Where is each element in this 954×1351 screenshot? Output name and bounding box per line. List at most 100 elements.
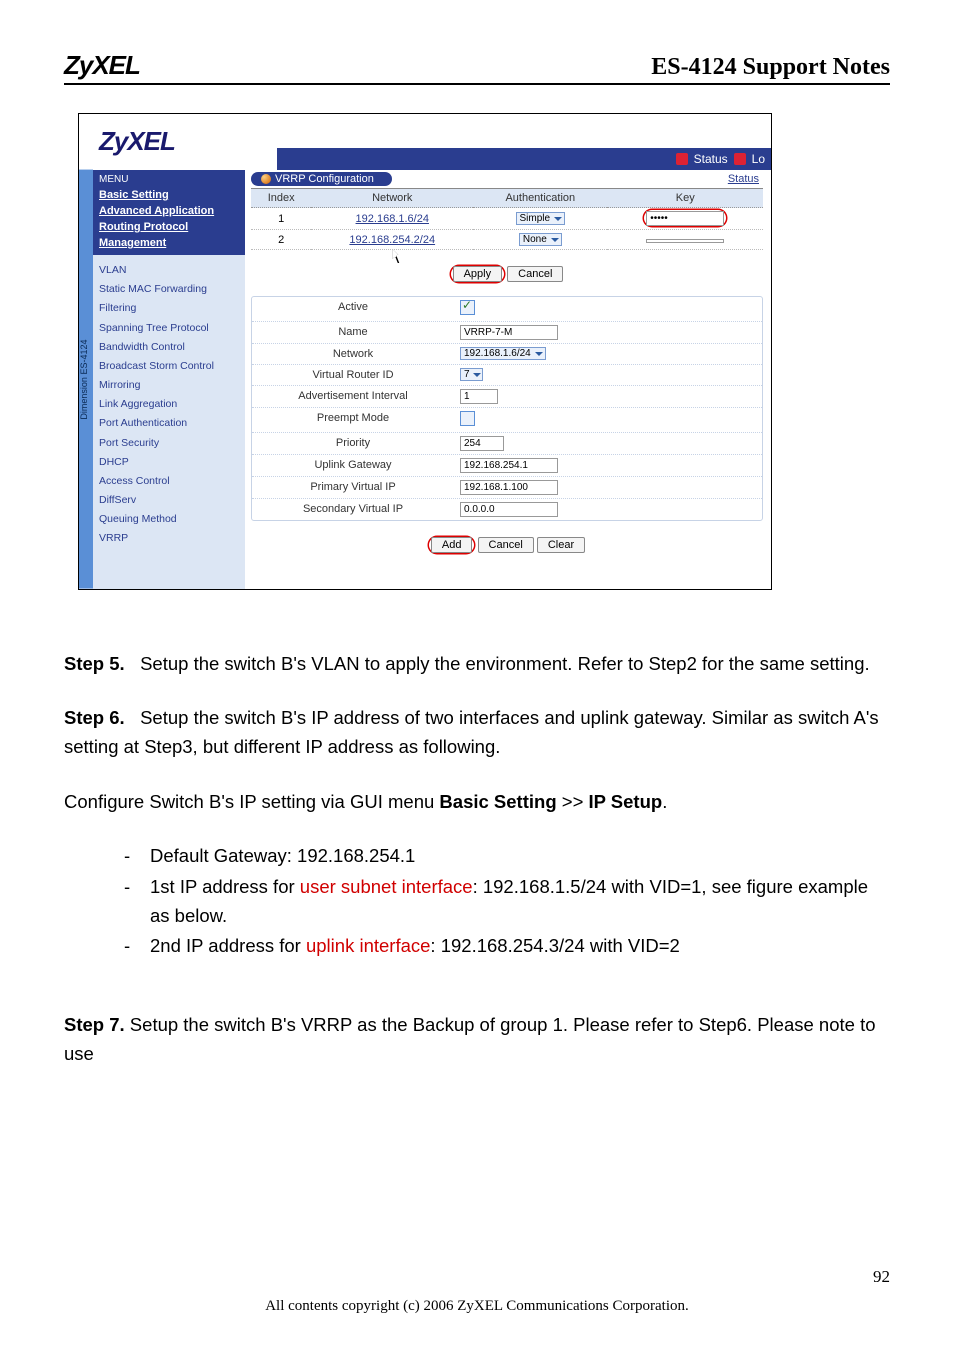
page-number: 92 — [873, 1267, 890, 1287]
b2-pre: 1st IP address for — [150, 876, 300, 897]
step5-text: Setup the switch B's VLAN to apply the e… — [140, 653, 870, 674]
step6-config-line: Configure Switch B's IP setting via GUI … — [64, 788, 890, 817]
table-row: 2 192.168.254.2/24 None — [251, 230, 763, 250]
submenu-mirroring[interactable]: Mirroring — [99, 376, 239, 395]
status-icon — [676, 153, 688, 165]
vrrp-edit-form: Active Name Network 192.168.1.6/24 Virtu… — [251, 296, 763, 521]
col-authentication: Authentication — [473, 189, 607, 208]
uplink-gateway-input[interactable] — [460, 458, 558, 473]
submenu-queuing-method[interactable]: Queuing Method — [99, 510, 239, 529]
col-index: Index — [251, 189, 311, 208]
cancel-button[interactable]: Cancel — [507, 266, 563, 282]
priority-input[interactable] — [460, 436, 504, 451]
submenu-link-aggregation[interactable]: Link Aggregation — [99, 395, 239, 414]
sidebar: MENU Basic Setting Advanced Application … — [93, 170, 245, 589]
submenu-spanning-tree-protocol[interactable]: Spanning Tree Protocol — [99, 319, 239, 338]
submenu-vlan[interactable]: VLAN — [99, 261, 239, 280]
b3-post: : 192.168.254.3/24 with VID=2 — [430, 935, 679, 956]
submenu-vrrp[interactable]: VRRP — [99, 529, 239, 548]
key-input[interactable] — [646, 239, 724, 243]
cfg-bold2: IP Setup — [589, 791, 663, 812]
cfg-bold1: Basic Setting — [439, 791, 556, 812]
main-menu-advanced-application[interactable]: Advanced Application — [99, 203, 239, 219]
label-secondary-vip: Secondary Virtual IP — [252, 499, 454, 520]
vrrp-status-link[interactable]: Status — [728, 173, 763, 185]
b3-red: uplink interface — [306, 935, 430, 956]
primary-vip-input[interactable] — [460, 480, 558, 495]
virtual-router-id-select[interactable]: 7 — [460, 368, 483, 381]
step6-label: Step 6. — [64, 707, 125, 728]
main-menu-management[interactable]: Management — [99, 235, 239, 251]
clear-button[interactable]: Clear — [537, 537, 585, 553]
main-menu-routing-protocol[interactable]: Routing Protocol — [99, 219, 239, 235]
label-uplink-gateway: Uplink Gateway — [252, 455, 454, 476]
device-side-tab: Dimension ES-4124 — [79, 170, 93, 589]
step7-text: Setup the switch B's VRRP as the Backup … — [64, 1014, 876, 1064]
bullet-default-gateway: Default Gateway: 192.168.254.1 — [124, 842, 890, 871]
submenu-dhcp[interactable]: DHCP — [99, 453, 239, 472]
status-bar-status[interactable]: Status — [694, 152, 728, 166]
logout-icon — [734, 153, 746, 165]
step6-text: Setup the switch B's IP address of two i… — [64, 707, 879, 757]
adv-interval-input[interactable] — [460, 389, 498, 404]
submenu-port-security[interactable]: Port Security — [99, 434, 239, 453]
brand-logo: ZyXEL — [64, 50, 140, 81]
cell-network[interactable]: 192.168.254.2/24 — [311, 230, 473, 250]
b3-pre: 2nd IP address for — [150, 935, 306, 956]
screenshot-figure: ZyXEL Status Lo Dimension ES-4124 MENU B… — [78, 113, 772, 590]
submenu-diffserv[interactable]: DiffServ — [99, 491, 239, 510]
app-logo: ZyXEL — [99, 126, 175, 156]
secondary-vip-input[interactable] — [460, 502, 558, 517]
label-adv-interval: Advertisement Interval — [252, 386, 454, 407]
document-title: ES-4124 Support Notes — [651, 54, 890, 81]
menu-header: MENU — [99, 172, 239, 187]
add-button[interactable]: Add — [431, 537, 473, 553]
table-header-row: Index Network Authentication Key — [251, 189, 763, 208]
copyright-footer: All contents copyright (c) 2006 ZyXEL Co… — [0, 1298, 954, 1315]
active-checkbox[interactable] — [460, 300, 475, 315]
main-menu-basic-setting[interactable]: Basic Setting — [99, 187, 239, 203]
network-select[interactable]: 192.168.1.6/24 — [460, 347, 546, 360]
step7-label: Step 7. — [64, 1014, 125, 1035]
bullet-2nd-ip: 2nd IP address for uplink interface: 192… — [124, 932, 890, 961]
cell-index: 1 — [251, 208, 311, 230]
submenu-broadcast-storm-control[interactable]: Broadcast Storm Control — [99, 357, 239, 376]
cell-network[interactable]: 192.168.1.6/24 — [311, 208, 473, 230]
table-row: 1 192.168.1.6/24 Simple ••••• — [251, 208, 763, 230]
key-input[interactable]: ••••• — [646, 211, 724, 226]
cfg-post: . — [662, 791, 667, 812]
vrrp-configuration-tab: VRRP Configuration — [251, 172, 392, 186]
document-body-text: Step 5. Setup the switch B's VLAN to app… — [64, 650, 890, 1069]
status-bar-logout[interactable]: Lo — [752, 152, 765, 166]
col-key: Key — [607, 189, 763, 208]
auth-select[interactable]: Simple — [516, 212, 566, 225]
auth-select[interactable]: None — [519, 233, 562, 246]
tab-dot-icon — [261, 174, 271, 184]
bullet-1st-ip: 1st IP address for user subnet interface… — [124, 873, 890, 930]
step6-bullet-list: Default Gateway: 192.168.254.1 1st IP ad… — [64, 842, 890, 961]
submenu-port-authentication[interactable]: Port Authentication — [99, 414, 239, 433]
label-virtual-router-id: Virtual Router ID — [252, 365, 454, 385]
submenu-filtering[interactable]: Filtering — [99, 299, 239, 318]
cell-index: 2 — [251, 230, 311, 250]
step5-label: Step 5. — [64, 653, 125, 674]
label-preempt-mode: Preempt Mode — [252, 408, 454, 432]
top-status-bar: Status Lo — [277, 148, 771, 170]
submenu-bandwidth-control[interactable]: Bandwidth Control — [99, 338, 239, 357]
cancel-button-2[interactable]: Cancel — [478, 537, 534, 553]
label-active: Active — [252, 297, 454, 321]
vrrp-tab-label: VRRP Configuration — [275, 173, 374, 185]
label-primary-vip: Primary Virtual IP — [252, 477, 454, 498]
b2-red: user subnet interface — [300, 876, 473, 897]
col-network: Network — [311, 189, 473, 208]
cfg-mid: >> — [557, 791, 589, 812]
label-network: Network — [252, 344, 454, 364]
document-header: ZyXEL ES-4124 Support Notes — [64, 50, 890, 85]
name-input[interactable] — [460, 325, 558, 340]
apply-button[interactable]: Apply — [453, 266, 503, 282]
submenu-access-control[interactable]: Access Control — [99, 472, 239, 491]
submenu-static-mac-forwarding[interactable]: Static MAC Forwarding — [99, 280, 239, 299]
preempt-checkbox[interactable] — [460, 411, 475, 426]
label-priority: Priority — [252, 433, 454, 454]
label-name: Name — [252, 322, 454, 343]
